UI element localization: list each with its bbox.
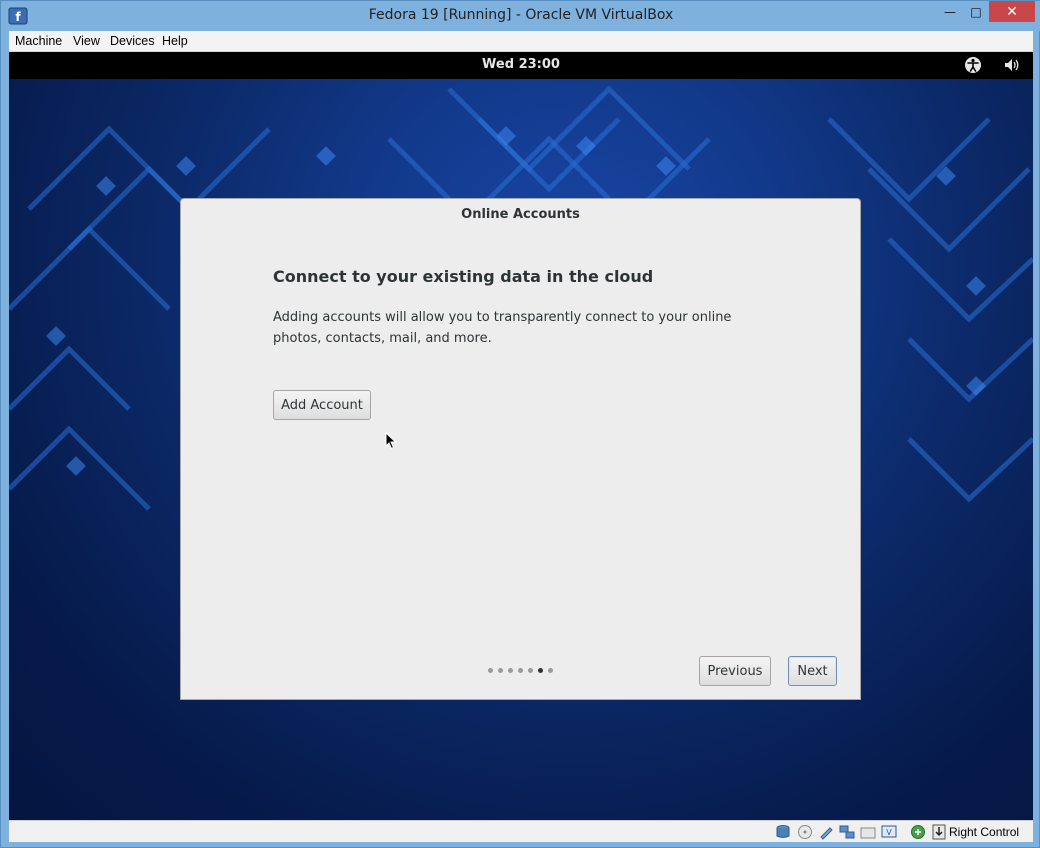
menu-machine[interactable]: Machine xyxy=(15,34,62,48)
menubar: Machine View Devices Help xyxy=(9,31,1033,52)
page-description: Adding accounts will allow you to transp… xyxy=(273,310,732,346)
svg-text:V: V xyxy=(886,828,892,837)
mouse-integration-icon[interactable] xyxy=(931,824,947,840)
virtualbox-window: f Fedora 19 [Running] - Oracle VM Virtua… xyxy=(0,0,1040,848)
menu-view[interactable]: View xyxy=(73,34,100,48)
page-dot xyxy=(508,668,513,673)
volume-icon[interactable] xyxy=(1003,56,1021,74)
maximize-button[interactable]: □ xyxy=(963,1,989,22)
previous-button[interactable]: Previous xyxy=(699,656,771,686)
next-button[interactable]: Next xyxy=(788,656,837,686)
accessibility-icon[interactable] xyxy=(964,56,982,74)
page-heading: Connect to your existing data in the clo… xyxy=(273,267,654,286)
display-icon[interactable]: V xyxy=(881,824,897,840)
page-dot xyxy=(488,668,493,673)
network-icon[interactable] xyxy=(839,824,855,840)
video-capture-icon[interactable] xyxy=(910,824,926,840)
guest-display[interactable]: Wed 23:00 Online Accounts Connect to you… xyxy=(9,52,1033,820)
usb-icon[interactable] xyxy=(818,824,834,840)
dialog-title: Online Accounts xyxy=(461,207,580,222)
clock[interactable]: Wed 23:00 xyxy=(9,57,1033,72)
hard-disk-icon[interactable] xyxy=(775,824,791,840)
window-title: Fedora 19 [Running] - Oracle VM VirtualB… xyxy=(368,7,674,23)
menu-help[interactable]: Help xyxy=(162,34,188,48)
optical-drive-icon[interactable] xyxy=(797,824,813,840)
page-dot xyxy=(528,668,533,673)
mouse-cursor-icon xyxy=(385,432,397,450)
page-dot-active xyxy=(538,668,543,673)
minimize-button[interactable]: — xyxy=(937,1,963,22)
gnome-top-bar: Wed 23:00 xyxy=(9,52,1033,79)
menu-devices[interactable]: Devices xyxy=(110,34,154,48)
window-titlebar[interactable]: f Fedora 19 [Running] - Oracle VM Virtua… xyxy=(1,1,1040,31)
page-dot xyxy=(518,668,523,673)
add-account-button[interactable]: Add Account xyxy=(273,390,371,420)
host-key-label: Right Control xyxy=(949,825,1020,839)
page-indicator xyxy=(488,668,553,674)
online-accounts-dialog: Online Accounts Connect to your existing… xyxy=(180,198,861,700)
page-dot xyxy=(548,668,553,673)
status-bar: V Right Control xyxy=(9,820,1033,842)
shared-folders-icon[interactable] xyxy=(860,824,876,840)
page-dot xyxy=(498,668,503,673)
close-button[interactable]: ✕ xyxy=(989,1,1035,22)
